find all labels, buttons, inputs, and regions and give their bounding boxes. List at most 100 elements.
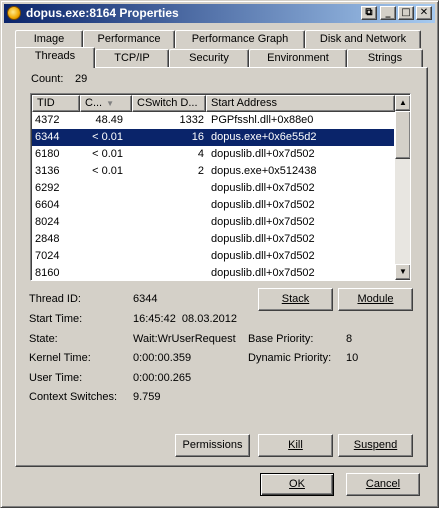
stack-button-label: Stack xyxy=(281,293,310,305)
thread-cpu: < 0.01 xyxy=(92,148,123,160)
column-header-tid[interactable]: TID xyxy=(32,95,80,112)
thread-cpu: < 0.01 xyxy=(92,131,123,143)
close-icon[interactable]: ✕ xyxy=(416,6,432,20)
module-button-label: Module xyxy=(357,293,394,305)
user-time-value: 0:00:00.265 xyxy=(133,372,192,384)
tab-threads[interactable]: Threads xyxy=(15,47,95,68)
context-switches-value: 9.759 xyxy=(133,391,161,403)
thread-tid: 8160 xyxy=(35,267,60,279)
thread-start-address: dopuslib.dll+0x7d502 xyxy=(211,267,315,279)
tab-environment[interactable]: Environment xyxy=(249,49,347,67)
dynamic-priority-label: Dynamic Priority: xyxy=(248,352,332,364)
kill-button[interactable]: Kill xyxy=(258,434,333,457)
maximize-icon[interactable]: □ xyxy=(398,6,414,20)
thread-row[interactable]: 7024 dopuslib.dll+0x7d502 xyxy=(32,248,394,265)
thread-cswitch: 16 xyxy=(191,131,204,143)
app-icon xyxy=(7,6,21,20)
permissions-button[interactable]: Permissions xyxy=(175,434,250,457)
column-tid-label: TID xyxy=(37,97,55,109)
thread-cswitch: 4 xyxy=(197,148,204,160)
thread-tid: 6180 xyxy=(35,148,60,160)
suspend-button[interactable]: Suspend xyxy=(338,434,413,457)
suspend-button-label: Suspend xyxy=(353,439,398,451)
column-header-cswitch[interactable]: CSwitch D... xyxy=(132,95,206,112)
count-label: Count: xyxy=(31,73,64,85)
kernel-time-label: Kernel Time: xyxy=(29,352,91,364)
window-title: dopus.exe:8164 Properties xyxy=(26,6,179,20)
properties-window: dopus.exe:8164 Properties ⧉ _ □ ✕ Image … xyxy=(0,0,439,508)
stack-button[interactable]: Stack xyxy=(258,288,333,311)
thread-id-value: 6344 xyxy=(133,293,158,305)
thread-id-label: Thread ID: xyxy=(29,293,81,305)
thread-start-address: dopuslib.dll+0x7d502 xyxy=(211,182,315,194)
thread-tid: 6604 xyxy=(35,199,60,211)
state-label: State: xyxy=(29,333,58,345)
column-header-cpu[interactable]: C... ▼ xyxy=(80,95,132,112)
thread-row[interactable]: 8024 dopuslib.dll+0x7d502 xyxy=(32,214,394,231)
thread-tid: 2848 xyxy=(35,233,60,245)
permissions-button-label: Permissions xyxy=(182,439,243,451)
thread-start-address: dopuslib.dll+0x7d502 xyxy=(211,148,315,160)
column-header-start-address[interactable]: Start Address xyxy=(206,95,395,112)
thread-cswitch: 2 xyxy=(197,165,204,177)
thread-row[interactable]: 4372 48.49 1332 PGPfsshl.dll+0x88e0 xyxy=(32,112,394,129)
sort-descending-icon: ▼ xyxy=(106,99,115,108)
thread-cpu: 48.49 xyxy=(95,114,123,126)
tab-performance-graph[interactable]: Performance Graph xyxy=(175,30,305,48)
tab-image[interactable]: Image xyxy=(15,30,83,48)
thread-start-address: dopus.exe+0x512438 xyxy=(211,165,317,177)
cancel-button[interactable]: Cancel xyxy=(346,473,420,496)
thread-cswitch: 1332 xyxy=(179,114,204,126)
threads-list[interactable]: TID C... ▼ CSwitch D... Start Address 437… xyxy=(30,93,411,281)
base-priority-value: 8 xyxy=(346,333,353,345)
count-value: 29 xyxy=(75,73,88,85)
restore-icon[interactable]: ⧉ xyxy=(361,6,377,20)
thread-row[interactable]: 3136 < 0.01 2 dopus.exe+0x512438 xyxy=(32,163,394,180)
user-time-label: User Time: xyxy=(29,372,83,384)
thread-row[interactable]: 6180 < 0.01 4 dopuslib.dll+0x7d502 xyxy=(32,146,394,163)
tab-strings[interactable]: Strings xyxy=(347,49,423,67)
column-cpu-label: C... xyxy=(85,97,103,109)
thread-row[interactable]: 8160 dopuslib.dll+0x7d502 xyxy=(32,265,394,280)
cancel-button-label: Cancel xyxy=(365,478,401,490)
thread-start-address: dopuslib.dll+0x7d502 xyxy=(211,250,315,262)
thread-row[interactable]: 2848 dopuslib.dll+0x7d502 xyxy=(32,231,394,248)
vertical-scrollbar[interactable]: ▲ ▼ xyxy=(395,95,410,280)
thread-start-address: dopuslib.dll+0x7d502 xyxy=(211,216,315,228)
tab-performance[interactable]: Performance xyxy=(83,30,175,48)
thread-tid: 6292 xyxy=(35,182,60,194)
ok-button-label: OK xyxy=(289,478,305,490)
thread-tid: 4372 xyxy=(35,114,60,126)
tab-tcp-ip[interactable]: TCP/IP xyxy=(95,49,169,67)
thread-tid: 6344 xyxy=(35,131,60,143)
scroll-up-icon[interactable]: ▲ xyxy=(395,95,410,111)
thread-row[interactable]: 6292 dopuslib.dll+0x7d502 xyxy=(32,180,394,197)
title-bar[interactable]: dopus.exe:8164 Properties ⧉ _ □ ✕ xyxy=(4,4,435,23)
start-time-label: Start Time: xyxy=(29,313,83,325)
thread-tid: 7024 xyxy=(35,250,60,262)
context-switches-label: Context Switches: xyxy=(29,391,118,403)
module-button[interactable]: Module xyxy=(338,288,413,311)
dynamic-priority-value: 10 xyxy=(346,352,359,364)
ok-button[interactable]: OK xyxy=(260,473,334,496)
thread-row-selected[interactable]: 6344 < 0.01 16 dopus.exe+0x6e55d2 xyxy=(32,129,394,146)
thread-start-address: dopuslib.dll+0x7d502 xyxy=(211,233,315,245)
start-time-value: 16:45:42 08.03.2012 xyxy=(133,313,237,325)
column-cswitch-label: CSwitch D... xyxy=(137,97,198,109)
base-priority-label: Base Priority: xyxy=(248,333,314,345)
thread-start-address: PGPfsshl.dll+0x88e0 xyxy=(211,114,314,126)
thread-start-address: dopuslib.dll+0x7d502 xyxy=(211,199,315,211)
state-value: Wait:WrUserRequest xyxy=(133,333,236,345)
minimize-icon[interactable]: _ xyxy=(380,6,396,20)
scroll-down-icon[interactable]: ▼ xyxy=(395,264,410,280)
kernel-time-value: 0:00:00.359 xyxy=(133,352,192,364)
thread-start-address: dopus.exe+0x6e55d2 xyxy=(211,131,317,143)
kill-button-label: Kill xyxy=(288,439,303,451)
column-start-address-label: Start Address xyxy=(211,97,278,109)
scroll-thumb[interactable] xyxy=(395,111,410,159)
thread-tid: 3136 xyxy=(35,165,60,177)
thread-tid: 8024 xyxy=(35,216,60,228)
tab-security[interactable]: Security xyxy=(169,49,249,67)
tab-disk-and-network[interactable]: Disk and Network xyxy=(305,30,421,48)
thread-row[interactable]: 6604 dopuslib.dll+0x7d502 xyxy=(32,197,394,214)
